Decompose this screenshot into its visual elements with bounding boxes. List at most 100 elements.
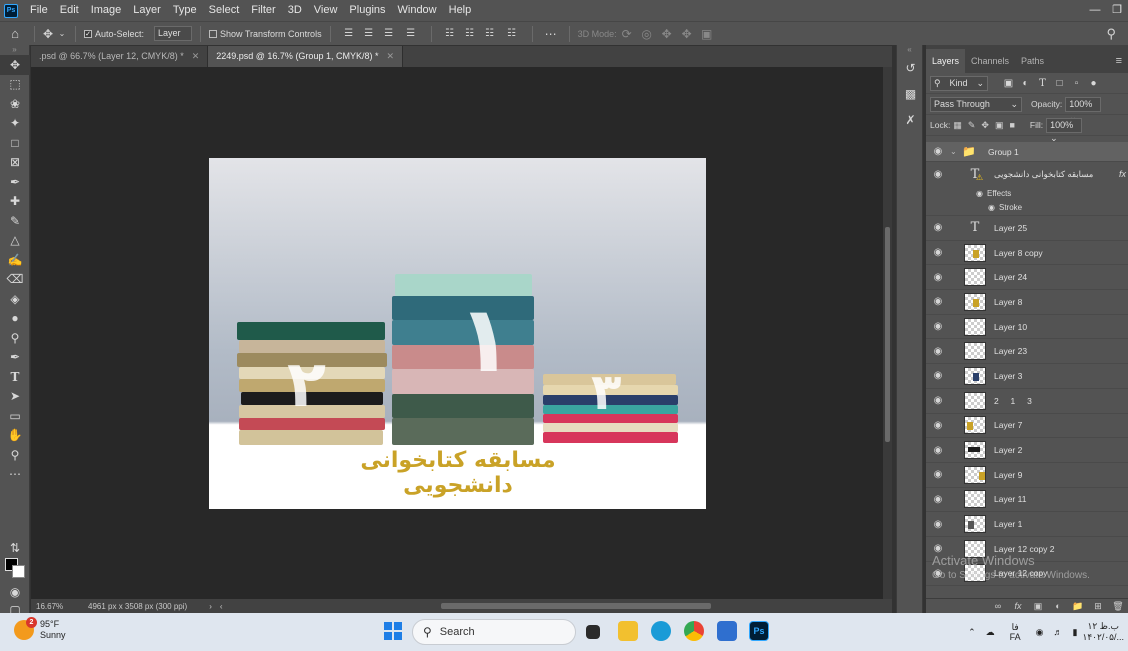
layer-row-group-1[interactable]: ◉ ⌄ 📁 Group 1 <box>926 142 1128 162</box>
new-group-icon[interactable]: 📁 <box>1068 601 1088 612</box>
effects-row[interactable]: ◉ Effects <box>926 186 1128 200</box>
visibility-eye-icon[interactable]: ◉ <box>976 189 983 198</box>
brush-tool-icon[interactable]: ✎ <box>0 211 30 231</box>
comments-icon[interactable]: ▩ <box>897 81 924 107</box>
move-tool-icon[interactable]: ✥ <box>39 27 57 41</box>
layer-row[interactable]: ◉ T Layer 25 <box>926 216 1128 241</box>
visibility-eye-icon[interactable]: ◉ <box>926 296 950 307</box>
menu-plugins[interactable]: Plugins <box>343 0 391 21</box>
visibility-eye-icon[interactable]: ◉ <box>926 519 950 530</box>
paint-bucket-tool-icon[interactable]: ◈ <box>0 289 30 309</box>
layer-row[interactable]: ◉ Layer 3 <box>926 364 1128 389</box>
edit-toolbar-icon[interactable]: ⋯ <box>0 465 30 485</box>
show-transform-option[interactable]: Show Transform Controls <box>209 29 322 39</box>
stamp-tool-icon[interactable]: △ <box>0 231 30 251</box>
align-bottom-icon[interactable]: ☷ <box>480 28 500 39</box>
globe-icon[interactable]: ◉ <box>1036 627 1044 638</box>
magic-wand-tool-icon[interactable]: ✦ <box>0 114 30 134</box>
network-icon[interactable]: ☁ <box>986 627 995 638</box>
filter-kind-dropdown[interactable]: ⚲ Kind ⌄ <box>930 75 988 91</box>
visibility-eye-icon[interactable]: ◉ <box>926 395 950 406</box>
tab-layers[interactable]: Layers <box>926 49 966 73</box>
layer-row[interactable]: ◉ Layer 7 <box>926 414 1128 439</box>
tab-channels[interactable]: Channels <box>965 49 1015 73</box>
close-icon[interactable]: ✕ <box>192 46 200 67</box>
history-icon[interactable]: ↺ <box>897 55 924 81</box>
chevron-up-icon[interactable]: ⌃ <box>968 627 976 638</box>
auto-select-checkbox[interactable]: ✓ <box>84 29 92 38</box>
menu-type[interactable]: Type <box>167 0 203 21</box>
layer-row[interactable]: ◉ 2 1 3 <box>926 389 1128 414</box>
minimize-icon[interactable]: — <box>1084 0 1106 21</box>
panel-collapse-icon[interactable]: « <box>897 45 922 55</box>
layer-row[interactable]: ◉ Layer 8 <box>926 290 1128 315</box>
show-transform-checkbox[interactable] <box>209 29 218 38</box>
path-selection-tool-icon[interactable]: ➤ <box>0 387 30 407</box>
filter-toggle-icon[interactable]: ● <box>1085 78 1102 89</box>
align-right-icon[interactable]: ☰ <box>379 28 399 39</box>
visibility-eye-icon[interactable]: ◉ <box>926 272 950 283</box>
menu-layer[interactable]: Layer <box>127 0 167 21</box>
menu-edit[interactable]: Edit <box>54 0 85 21</box>
distribute-icon[interactable]: ☰ <box>399 28 423 39</box>
add-mask-icon[interactable]: ▣ <box>1028 601 1048 612</box>
distribute-vertical-icon[interactable]: ☷ <box>500 28 524 39</box>
lock-all-icon[interactable]: ■ <box>1009 120 1014 130</box>
pen-tool-icon[interactable]: ✒ <box>0 348 30 368</box>
chevron-right-icon[interactable]: › <box>209 602 212 611</box>
adjustment-layer-icon[interactable]: ◐ <box>1048 601 1068 611</box>
blur-tool-icon[interactable]: ● <box>0 309 30 329</box>
layer-style-fx-icon[interactable]: fx <box>1008 601 1028 611</box>
edge-icon[interactable] <box>651 621 671 641</box>
menu-file[interactable]: File <box>24 0 54 21</box>
visibility-eye-icon[interactable]: ◉ <box>926 321 950 332</box>
document-canvas[interactable]: ۱ ۲ ۳ مسابقه کتابخوانی دانشجویی <box>209 158 706 509</box>
dodge-tool-icon[interactable]: ⚲ <box>0 328 30 348</box>
visibility-eye-icon[interactable]: ◉ <box>926 494 950 505</box>
menu-image[interactable]: Image <box>85 0 128 21</box>
file-explorer-icon[interactable] <box>618 621 638 641</box>
horizontal-scrollbar[interactable] <box>411 602 883 610</box>
align-top-icon[interactable]: ☷ <box>440 28 460 39</box>
shape-filter-icon[interactable]: □ <box>1051 78 1068 89</box>
taskbar-search[interactable]: ⚲ Search <box>412 619 576 645</box>
battery-icon[interactable]: ▮ <box>1073 627 1078 638</box>
layer-row[interactable]: ◉ Layer 9 <box>926 463 1128 488</box>
lasso-tool-icon[interactable]: ❀ <box>0 94 30 114</box>
swap-colors-icon[interactable]: ⇅ <box>0 538 30 558</box>
hand-tool-icon[interactable]: ✋ <box>0 426 30 446</box>
task-view-icon[interactable] <box>586 625 600 639</box>
home-icon[interactable]: ⌂ <box>0 26 30 41</box>
visibility-eye-icon[interactable]: ◉ <box>926 420 950 431</box>
healing-brush-tool-icon[interactable]: ✚ <box>0 192 30 212</box>
canvas-area[interactable]: ۱ ۲ ۳ مسابقه کتابخوانی دانشجویی <box>31 67 883 599</box>
layer-row[interactable]: ◉ Layer 23 <box>926 339 1128 365</box>
menu-select[interactable]: Select <box>203 0 246 21</box>
menu-view[interactable]: View <box>308 0 344 21</box>
type-tool-icon[interactable]: T <box>0 367 30 387</box>
zoom-level[interactable]: 16.67% <box>36 602 76 611</box>
search-icon[interactable]: ⚲ <box>1106 26 1116 42</box>
visibility-eye-icon[interactable]: ◉ <box>988 203 995 212</box>
properties-icon[interactable]: ✗ <box>897 107 924 133</box>
lock-pixels-icon[interactable]: ✎ <box>968 120 976 130</box>
vertical-scrollbar[interactable] <box>883 67 892 599</box>
lock-position-icon[interactable]: ✥ <box>981 120 989 130</box>
restore-icon[interactable]: ❐ <box>1106 0 1128 21</box>
rectangle-tool-icon[interactable]: ▭ <box>0 406 30 426</box>
visibility-eye-icon[interactable]: ◉ <box>926 346 950 357</box>
visibility-eye-icon[interactable]: ◉ <box>926 445 950 456</box>
frame-tool-icon[interactable]: ⊠ <box>0 153 30 173</box>
history-brush-tool-icon[interactable]: ✍ <box>0 250 30 270</box>
visibility-eye-icon[interactable]: ◉ <box>926 469 950 480</box>
chevron-down-icon[interactable]: ⌄ <box>950 147 962 156</box>
link-layers-icon[interactable]: ∞ <box>988 601 1008 611</box>
layer-row[interactable]: ◉ Layer 24 <box>926 265 1128 291</box>
stroke-effect-row[interactable]: ◉ Stroke <box>926 200 1128 216</box>
move-tool-icon[interactable]: ✥ <box>0 55 30 75</box>
pixel-filter-icon[interactable]: ▣ <box>1000 78 1017 89</box>
tab-document-1[interactable]: .psd @ 66.7% (Layer 12, CMYK/8) * ✕ <box>31 46 209 67</box>
align-center-icon[interactable]: ☰ <box>359 28 379 39</box>
layer-row[interactable]: ◉ Layer 11 <box>926 488 1128 513</box>
lock-artboard-icon[interactable]: ▣ <box>995 120 1004 130</box>
